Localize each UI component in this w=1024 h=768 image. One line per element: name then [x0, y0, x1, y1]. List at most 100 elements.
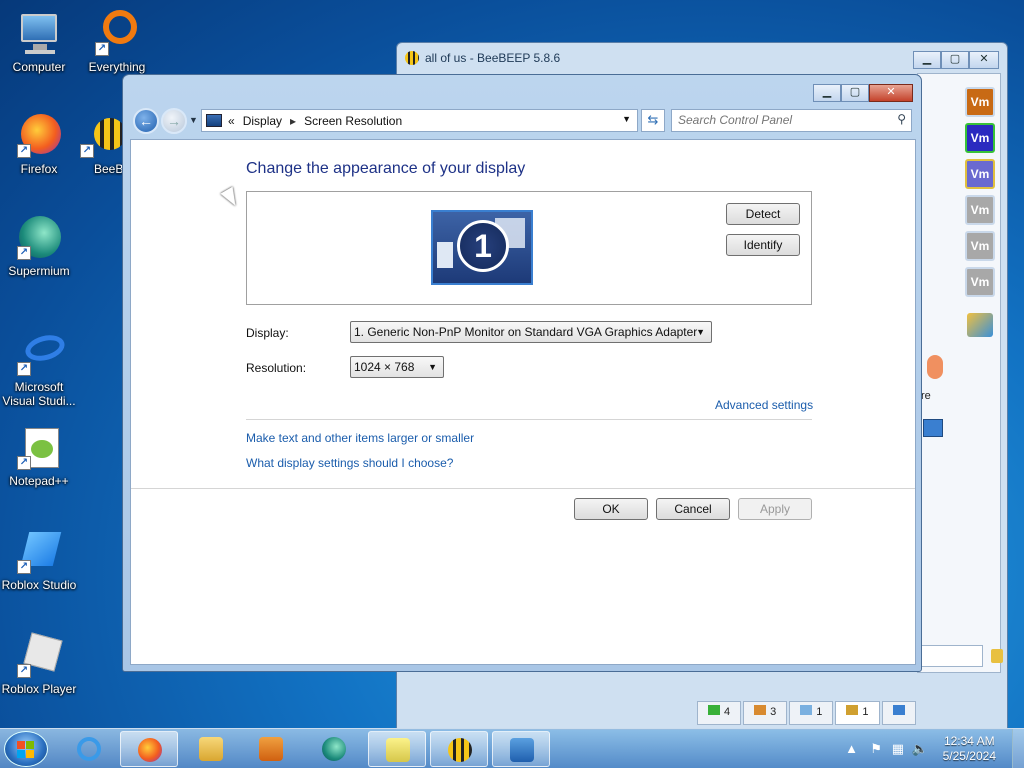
- vm-user-lightblue[interactable]: Vm: [965, 159, 995, 189]
- taskbar-sticky-notes[interactable]: [368, 731, 426, 767]
- close-button[interactable]: ✕: [969, 51, 999, 69]
- supermium-icon: [322, 737, 346, 761]
- taskbar-control-panel[interactable]: [492, 731, 550, 767]
- divider: [246, 419, 812, 420]
- screen-resolution-window[interactable]: ▁ ▢ ✕ ← → ▼ « Display ▸ Screen Resolutio…: [122, 74, 922, 672]
- caption-buttons: ▁ ▢ ✕: [813, 84, 913, 102]
- desktop-icon-firefox[interactable]: ↗ Firefox: [0, 112, 78, 176]
- media-player-icon: [259, 737, 283, 761]
- status-tab-network[interactable]: [881, 701, 916, 725]
- back-button[interactable]: ←: [133, 108, 159, 134]
- tools-icon[interactable]: [967, 313, 993, 337]
- show-hidden-icons-icon[interactable]: ▲: [845, 741, 858, 756]
- visual-studio-icon: ↗: [15, 330, 68, 378]
- forward-button[interactable]: →: [161, 108, 187, 134]
- clear-icon[interactable]: [991, 649, 1003, 663]
- taskbar-firefox[interactable]: [120, 731, 178, 767]
- taskbar-beebeep[interactable]: [430, 731, 488, 767]
- ok-button[interactable]: OK: [574, 498, 648, 520]
- desktop-icon-label: Roblox Studio: [1, 578, 77, 592]
- network-icon[interactable]: ▦: [892, 741, 904, 757]
- taskbar-supermium[interactable]: [305, 731, 363, 767]
- minimize-button[interactable]: ▁: [813, 84, 841, 102]
- action-center-flag-icon[interactable]: ⚑: [870, 741, 882, 757]
- everything-icon: ↗: [93, 10, 141, 58]
- maximize-button[interactable]: ▢: [941, 51, 969, 69]
- desktop-icon-notepadpp[interactable]: ↗ Notepad++: [0, 424, 78, 488]
- search-icon[interactable]: ⚲: [897, 112, 906, 126]
- taskbar-ie[interactable]: [60, 731, 118, 767]
- address-bar[interactable]: « Display ▸ Screen Resolution ▼: [201, 109, 638, 132]
- shortcut-arrow-icon: ↗: [80, 144, 94, 158]
- status-tab-users[interactable]: 1: [835, 701, 880, 725]
- resolution-select[interactable]: 1024 × 768 ▼: [350, 356, 444, 378]
- shortcut-arrow-icon: ↗: [17, 362, 31, 376]
- text-size-link[interactable]: Make text and other items larger or smal…: [246, 431, 474, 445]
- search-input[interactable]: [672, 110, 882, 130]
- vm-user-orange[interactable]: Vm: [965, 87, 995, 117]
- sticky-notes-icon: [386, 738, 410, 762]
- taskbar-explorer[interactable]: [182, 731, 240, 767]
- desktop-icon-visual-studio[interactable]: ↗ Microsoft Visual Studi...: [0, 330, 78, 408]
- status-tab-chats[interactable]: 1: [789, 701, 834, 725]
- refresh-button[interactable]: ⇆: [641, 109, 665, 132]
- display-settings-help-link[interactable]: What display settings should I choose?: [246, 456, 453, 470]
- desktop-icon-roblox-studio[interactable]: ↗ Roblox Studio: [0, 528, 78, 592]
- desktop-icon-beebeep[interactable]: ↗ BeeB: [78, 112, 124, 176]
- desktop-icon-supermium[interactable]: ↗ Supermium: [0, 214, 78, 278]
- message-input[interactable]: [921, 645, 983, 667]
- close-button[interactable]: ✕: [869, 84, 913, 102]
- roblox-studio-icon: ↗: [15, 528, 63, 576]
- computer-icon: [15, 10, 63, 58]
- cancel-button[interactable]: Cancel: [656, 498, 730, 520]
- content-pane: Change the appearance of your display 1 …: [130, 139, 916, 665]
- breadcrumb-display[interactable]: Display: [243, 114, 282, 128]
- recent-pages-dropdown[interactable]: ▼: [189, 115, 198, 125]
- refresh-icon: ⇆: [647, 112, 659, 127]
- microphone-icon[interactable]: [927, 355, 943, 379]
- display-select[interactable]: 1. Generic Non-PnP Monitor on Standard V…: [350, 321, 712, 343]
- monitor-1-icon[interactable]: 1: [431, 210, 533, 285]
- breadcrumb-separator-icon: ▸: [290, 113, 297, 128]
- notepadpp-icon: ↗: [15, 424, 63, 472]
- apply-button[interactable]: Apply: [738, 498, 812, 520]
- desktop-icon-roblox-player[interactable]: ↗ Roblox Player: [0, 632, 78, 696]
- vm-user-blue[interactable]: Vm: [965, 123, 995, 153]
- monitor-number: 1: [457, 220, 509, 272]
- show-desktop-button[interactable]: [1012, 729, 1024, 768]
- roblox-player-icon: ↗: [15, 632, 63, 680]
- page-title: Change the appearance of your display: [246, 160, 526, 177]
- vm-user-gray-2[interactable]: Vm: [965, 231, 995, 261]
- arrow-right-icon: →: [167, 113, 181, 129]
- status-tab-online[interactable]: 4: [697, 701, 742, 725]
- group-icon: [754, 705, 767, 715]
- search-box[interactable]: ⚲: [671, 109, 912, 132]
- desktop-icon-everything[interactable]: ↗ Everything: [78, 10, 156, 74]
- desktop-icon-label: Everything: [88, 60, 146, 74]
- bee-icon: [448, 738, 472, 762]
- identify-button[interactable]: Identify: [726, 234, 800, 256]
- start-button[interactable]: [4, 731, 48, 767]
- folder-icon: [199, 737, 223, 761]
- vm-user-gray-1[interactable]: Vm: [965, 195, 995, 225]
- breadcrumb-root[interactable]: «: [228, 114, 235, 128]
- save-icon[interactable]: [923, 419, 943, 437]
- minimize-button[interactable]: ▁: [913, 51, 941, 69]
- desktop-icon-computer[interactable]: Computer: [0, 10, 78, 74]
- vm-user-gray-3[interactable]: Vm: [965, 267, 995, 297]
- maximize-button[interactable]: ▢: [841, 84, 869, 102]
- status-tab-groups[interactable]: 3: [743, 701, 788, 725]
- address-dropdown-icon[interactable]: ▼: [622, 114, 631, 124]
- clock[interactable]: 12:34 AM 5/25/2024: [943, 734, 996, 764]
- clock-date: 5/25/2024: [942, 749, 996, 763]
- divider: [131, 488, 915, 489]
- volume-muted-icon[interactable]: 🔈: [912, 741, 928, 757]
- resolution-select-value: 1024 × 768: [354, 360, 415, 374]
- status-tabs: 4 3 1 1: [697, 701, 916, 725]
- advanced-settings-link[interactable]: Advanced settings: [715, 398, 813, 412]
- taskbar-media-player[interactable]: [242, 731, 300, 767]
- chevron-down-icon: ▼: [189, 115, 198, 125]
- breadcrumb-screen-resolution[interactable]: Screen Resolution: [304, 114, 402, 128]
- shortcut-arrow-icon: ↗: [17, 560, 31, 574]
- detect-button[interactable]: Detect: [726, 203, 800, 225]
